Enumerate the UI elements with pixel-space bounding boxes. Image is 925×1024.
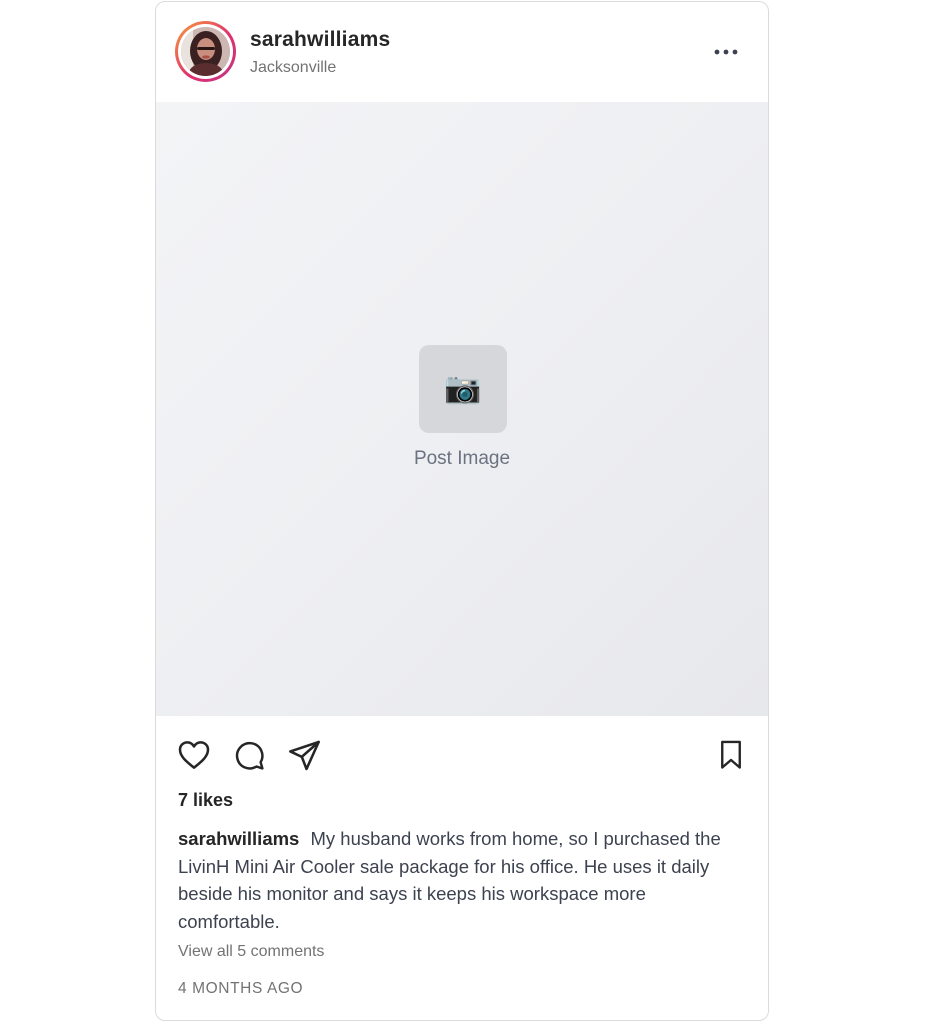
image-placeholder-box: 📷 [419,345,507,433]
bookmark-icon [721,740,741,769]
heart-icon [178,741,210,769]
view-all-comments-link[interactable]: View all 5 comments [178,943,324,961]
post-caption: sarahwilliams My husband works from home… [178,825,750,935]
caption-username[interactable]: sarahwilliams [178,828,299,849]
post-timestamp: 4 MONTHS AGO [178,980,304,997]
post-actions [156,716,768,794]
avatar-border [178,24,233,79]
likes-count[interactable]: 7 likes [178,790,233,811]
comment-button[interactable] [232,738,266,772]
post-location[interactable]: Jacksonville [250,59,336,77]
post-card: sarahwilliams Jacksonville 📷 Post Image [155,1,769,1021]
avatar-portrait-icon [181,27,230,76]
image-placeholder-label: Post Image [413,448,511,469]
save-button[interactable] [714,738,748,772]
post-image[interactable]: 📷 Post Image [156,102,768,716]
like-button[interactable] [177,738,211,772]
avatar[interactable] [175,21,236,82]
share-button[interactable] [287,738,321,772]
paper-plane-icon [288,740,320,770]
comment-icon [235,741,264,770]
more-horizontal-icon [714,49,738,55]
more-options-button[interactable] [712,40,740,64]
post-header: sarahwilliams Jacksonville [156,2,768,102]
camera-icon: 📷 [444,372,482,405]
avatar-photo [181,27,230,76]
post-username[interactable]: sarahwilliams [250,28,390,52]
